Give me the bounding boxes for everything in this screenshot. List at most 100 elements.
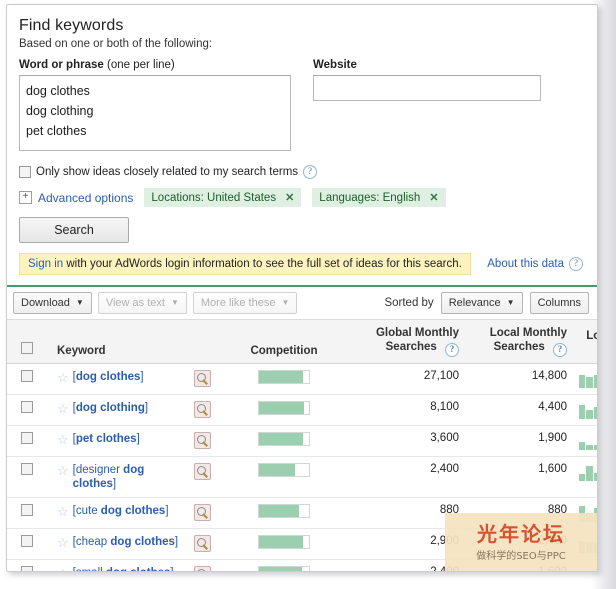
table-row[interactable]: ☆ [designer dog clothes] 2,400 1,600	[7, 456, 597, 498]
keyword-link[interactable]: [designer dog clothes]	[73, 463, 190, 491]
keyword-link[interactable]: [cute dog clothes]	[73, 504, 169, 518]
row-checkbox[interactable]	[20, 463, 33, 475]
competition-bar	[258, 370, 310, 384]
table-row[interactable]: ☆ [dog clothes] 27,100 14,800	[7, 363, 597, 395]
columns-button[interactable]: Columns	[529, 292, 589, 314]
table-row[interactable]: ☆ [dog clothing] 8,100 4,400	[7, 394, 597, 426]
table-header: Keyword Competition Global Monthly Searc…	[7, 319, 597, 364]
keyword-link[interactable]: [small dog clothes]	[73, 566, 174, 571]
table-row[interactable]: ☆ [pet clothes] 3,600 1,900	[7, 425, 597, 457]
close-icon[interactable]: ✕	[285, 191, 294, 204]
trend-bar	[586, 512, 593, 522]
row-checkbox[interactable]	[20, 535, 33, 547]
global-monthly-searches-cell: 2,400	[345, 559, 465, 571]
column-header-local-monthly-searches[interactable]: Local Monthly Searches ?	[465, 319, 573, 364]
search-icon[interactable]	[194, 504, 211, 521]
competition-bar-fill	[259, 567, 302, 571]
select-all-checkbox[interactable]	[20, 342, 33, 354]
search-icon[interactable]	[194, 401, 211, 418]
help-icon[interactable]: ?	[569, 257, 583, 271]
signin-link[interactable]: Sign in	[28, 258, 63, 270]
row-checkbox[interactable]	[20, 401, 33, 413]
search-icon[interactable]	[194, 432, 211, 449]
star-icon[interactable]: ☆	[57, 505, 69, 518]
table-row[interactable]: ☆ [cheap dog clothes] 2,900 2,400	[7, 528, 597, 560]
keyword-cell: ☆ [pet clothes]	[51, 425, 223, 457]
competition-cell	[223, 497, 345, 529]
trend-sparkline	[579, 401, 597, 419]
competition-bar-fill	[259, 505, 299, 517]
column-header-global-monthly-searches[interactable]: Global Monthly Searches ?	[345, 319, 465, 364]
star-icon[interactable]: ☆	[57, 464, 69, 477]
expand-plus-icon[interactable]: +	[19, 191, 32, 204]
trend-bar	[579, 442, 586, 450]
signin-notice: Sign in with your AdWords login informat…	[19, 253, 471, 275]
signin-notice-row: Sign in with your AdWords login informat…	[19, 253, 585, 275]
close-icon[interactable]: ✕	[429, 191, 438, 204]
row-checkbox[interactable]	[20, 432, 33, 444]
more-like-these-label: More like these	[200, 297, 276, 309]
local-monthly-searches-cell: 1,600	[465, 559, 573, 571]
column-header-keyword[interactable]: Keyword	[51, 319, 223, 364]
row-checkbox[interactable]	[20, 370, 33, 382]
local-monthly-searches-cell: 1,900	[465, 425, 573, 457]
only-show-related-checkbox[interactable]	[19, 166, 31, 178]
trend-bar	[586, 542, 593, 553]
advanced-options-link[interactable]: Advanced options	[38, 191, 133, 205]
download-button[interactable]: Download ▼	[13, 292, 92, 314]
row-checkbox[interactable]	[20, 566, 33, 571]
chevron-down-icon: ▼	[75, 298, 84, 307]
search-icon[interactable]	[194, 566, 211, 571]
row-checkbox[interactable]	[20, 504, 33, 516]
keywords-input[interactable]: dog clothes dog clothing pet clothes	[19, 75, 291, 151]
view-as-text-button[interactable]: View as text ▼	[97, 292, 187, 314]
search-icon[interactable]	[194, 463, 211, 480]
row-select-cell	[7, 363, 51, 395]
table-row[interactable]: ☆ [small dog clothes] 2,4001,600	[7, 559, 597, 571]
global-monthly-searches-cell: 3,600	[345, 425, 465, 457]
help-icon[interactable]: ?	[553, 343, 567, 357]
search-icon[interactable]	[194, 370, 211, 387]
local-search-trends-cell	[573, 394, 597, 426]
sorted-by-dropdown[interactable]: Relevance ▼	[440, 292, 523, 314]
competition-cell	[223, 394, 345, 426]
trend-sparkline	[579, 432, 597, 450]
competition-bar	[258, 401, 310, 415]
sort-controls: Sorted by Relevance ▼ Columns	[384, 292, 589, 314]
lms-line2-text: Searches	[493, 341, 545, 353]
column-header-local-search-trends[interactable]: Local Search Trends	[573, 319, 597, 364]
trend-bar	[593, 375, 597, 388]
keyword-link[interactable]: [dog clothing]	[73, 401, 148, 415]
column-header-competition[interactable]: Competition	[223, 319, 345, 364]
star-icon[interactable]: ☆	[57, 567, 69, 571]
table-row[interactable]: ☆ [cute dog clothes] 880 880	[7, 497, 597, 529]
star-icon[interactable]: ☆	[57, 402, 69, 415]
row-select-cell	[7, 559, 51, 571]
only-show-related-label: Only show ideas closely related to my se…	[36, 166, 299, 178]
signin-notice-text: with your AdWords login information to s…	[63, 258, 462, 270]
keyword-link[interactable]: [cheap dog clothes]	[73, 535, 178, 549]
star-icon[interactable]: ☆	[57, 536, 69, 549]
chip-locations[interactable]: Locations: United States ✕	[144, 188, 302, 207]
local-search-trends-cell	[573, 456, 597, 498]
website-group: Website	[313, 59, 541, 154]
search-button[interactable]: Search	[19, 217, 129, 243]
keyword-cell: ☆ [small dog clothes]	[51, 559, 223, 571]
row-select-cell	[7, 456, 51, 498]
only-show-related-row: Only show ideas closely related to my se…	[19, 165, 585, 179]
search-icon[interactable]	[194, 535, 211, 552]
help-icon[interactable]: ?	[303, 165, 318, 179]
competition-bar	[258, 504, 310, 518]
star-icon[interactable]: ☆	[57, 433, 69, 446]
chip-languages[interactable]: Languages: English ✕	[312, 188, 446, 207]
search-fields: Word or phrase (one per line) dog clothe…	[19, 59, 585, 154]
more-like-these-button[interactable]: More like these ▼	[192, 292, 298, 314]
star-icon[interactable]: ☆	[57, 371, 69, 384]
keyword-link[interactable]: [dog clothes]	[73, 370, 144, 384]
keyword-link[interactable]: [pet clothes]	[73, 432, 140, 446]
website-input[interactable]	[313, 75, 541, 101]
competition-bar-fill	[259, 464, 295, 476]
help-icon[interactable]: ?	[445, 343, 459, 357]
about-this-data-link[interactable]: About this data	[487, 258, 564, 270]
find-keywords-panel: Find keywords Based on one or both of th…	[6, 4, 598, 572]
